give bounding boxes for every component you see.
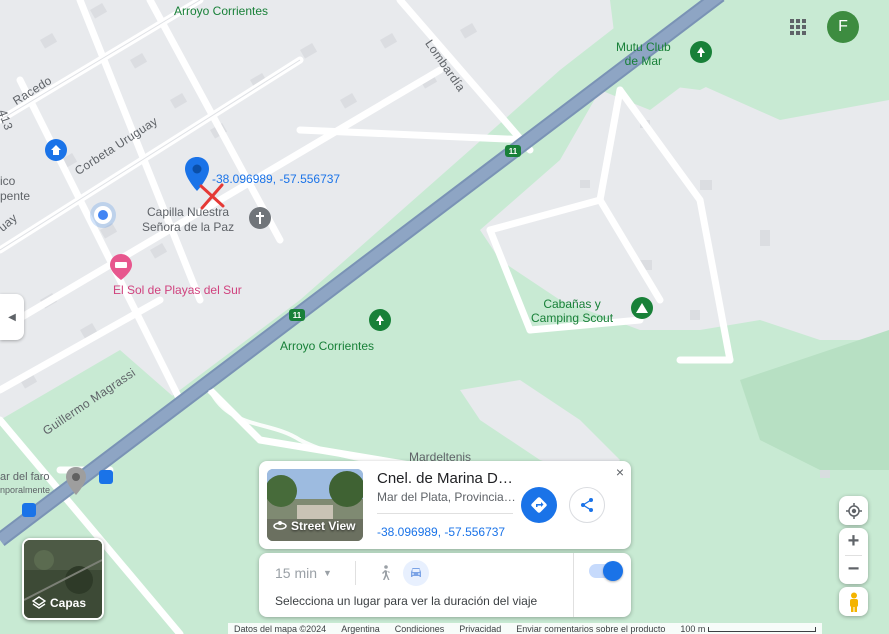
- mutu-club-label-line1: Mutu Club: [616, 40, 671, 54]
- mutu-club-label-line2: de Mar: [624, 54, 663, 68]
- map-data-attribution: Datos del mapa ©2024: [234, 623, 327, 634]
- scale-indicator[interactable]: 100 m: [680, 624, 816, 634]
- chevron-left-icon: ◀: [8, 311, 16, 323]
- country-link[interactable]: Argentina: [341, 624, 380, 634]
- place-subtitle: Mar del Plata, Provincia ...: [377, 490, 517, 504]
- church-icon[interactable]: [249, 207, 271, 229]
- cabanas-label[interactable]: Cabañas y Camping Scout: [531, 297, 613, 325]
- zoom-out-button[interactable]: −: [839, 556, 868, 583]
- collapse-panel-button[interactable]: ◀: [0, 294, 24, 340]
- layers-label: Capas: [32, 596, 86, 610]
- home-icon[interactable]: [45, 139, 67, 161]
- street-view-thumbnail[interactable]: Street View: [267, 469, 363, 541]
- close-card-button[interactable]: ×: [613, 465, 627, 479]
- chevron-down-icon: ▼: [323, 568, 332, 578]
- travel-toggle[interactable]: [589, 561, 623, 581]
- pegman-button[interactable]: [839, 587, 868, 616]
- zoom-controls: + −: [839, 528, 868, 584]
- place-coords[interactable]: -38.096989, -57.556737: [377, 525, 505, 539]
- share-button[interactable]: [569, 487, 605, 523]
- cabanas-label-line2: Camping Scout: [531, 311, 614, 325]
- travel-time-dropdown[interactable]: 15 min ▼: [275, 565, 332, 581]
- capilla-label-line2: Señora de la Paz: [142, 220, 235, 234]
- left-partial-labels: ico pente: [0, 174, 30, 204]
- park-icon-arroyo[interactable]: [369, 309, 391, 331]
- pente-label: pente: [0, 189, 31, 203]
- faro-label-line2: nporalmente: [0, 485, 51, 495]
- drive-mode-button[interactable]: [403, 560, 429, 586]
- share-icon: [581, 498, 593, 512]
- travel-toggle-knob: [603, 561, 623, 581]
- camping-icon[interactable]: [631, 297, 653, 319]
- pegman-icon: [849, 592, 858, 612]
- place-info-card[interactable]: Street View Cnel. de Marina Da... Mar de…: [259, 461, 631, 549]
- faro-label-line1: ar del faro: [0, 471, 50, 483]
- layers-button[interactable]: Capas: [22, 538, 104, 620]
- layers-text: Capas: [50, 596, 87, 610]
- route-shield-2: 11: [289, 309, 305, 321]
- route-shield-1: 11: [505, 145, 521, 157]
- travel-time-panel: 15 min ▼ Selecciona un lugar para ver la…: [259, 553, 631, 617]
- travel-hint: Selecciona un lugar para ver la duración…: [275, 594, 538, 608]
- travel-separator: [355, 561, 356, 585]
- walk-mode-button[interactable]: [375, 563, 395, 583]
- place-title: Cnel. de Marina Da...: [377, 470, 517, 487]
- park-icon-mutu[interactable]: [690, 41, 712, 63]
- card-divider: [377, 513, 513, 514]
- cabanas-label-line1: Cabañas y: [543, 297, 601, 311]
- place-pin-icon-faro[interactable]: [66, 467, 86, 495]
- street-view-label: Street View: [273, 519, 355, 533]
- walk-icon: [382, 565, 390, 580]
- faro-label[interactable]: ar del faro nporalmente: [0, 471, 50, 497]
- bus-icon-2[interactable]: [22, 503, 36, 517]
- my-location-icon: [845, 502, 862, 519]
- hotel-pin-icon[interactable]: [110, 254, 132, 280]
- bus-icon-1[interactable]: [99, 470, 113, 484]
- layers-icon: [32, 596, 46, 609]
- arroyo-label-center[interactable]: Arroyo Corrientes: [280, 339, 374, 353]
- mutu-club-label[interactable]: Mutu Club de Mar: [616, 40, 671, 68]
- directions-icon: [531, 497, 547, 513]
- street-view-icon: [273, 519, 287, 533]
- scale-bar: [707, 626, 816, 632]
- red-x-marker-icon: [198, 182, 226, 210]
- scale-label: 100 m: [680, 623, 706, 634]
- my-location-dot: [94, 206, 112, 224]
- account-avatar[interactable]: F: [827, 11, 859, 43]
- directions-button[interactable]: [521, 487, 557, 523]
- car-icon: [411, 568, 421, 577]
- map-footer: Datos del mapa ©2024 Argentina Condicion…: [228, 623, 822, 634]
- street-view-text: Street View: [291, 519, 356, 533]
- privacy-link[interactable]: Privacidad: [459, 624, 501, 634]
- apps-grid-icon[interactable]: [784, 13, 812, 41]
- zoom-in-button[interactable]: +: [839, 528, 868, 555]
- pin-coords-label[interactable]: -38.096989, -57.556737: [212, 172, 340, 186]
- feedback-link[interactable]: Enviar comentarios sobre el producto: [516, 624, 665, 634]
- el-sol-label[interactable]: El Sol de Playas del Sur: [113, 283, 242, 297]
- my-location-button[interactable]: [839, 496, 868, 525]
- terms-link[interactable]: Condiciones: [395, 624, 445, 634]
- travel-time-value: 15 min: [275, 565, 318, 581]
- arroyo-label-top[interactable]: Arroyo Corrientes: [174, 4, 268, 18]
- travel-vertical-divider: [573, 553, 574, 617]
- ico-label: ico: [0, 174, 16, 188]
